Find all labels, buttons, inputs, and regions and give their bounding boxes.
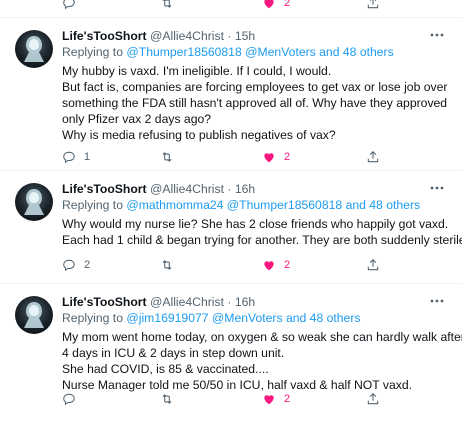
tweet-actions: 2 2 — [62, 257, 392, 273]
tweet-line: Why would my nurse lie? She has 2 close … — [62, 217, 449, 231]
reply-icon — [63, 393, 75, 406]
reply-button[interactable]: 1 — [62, 149, 90, 165]
avatar[interactable] — [15, 30, 53, 68]
tweet-actions: 1 2 — [62, 149, 392, 165]
display-name[interactable]: Life'sTooShort — [62, 29, 147, 43]
like-count: 2 — [284, 151, 291, 163]
replying-to: Replying to @jim16919077 @MenVoters and … — [62, 310, 452, 326]
reply-button[interactable] — [62, 0, 76, 11]
share-icon — [367, 151, 379, 163]
tweet[interactable]: Life'sTooShort @Allie4Christ · 16h Reply… — [0, 283, 462, 428]
tweet-line: She had COVID, is 85 & vaccinated.... — [62, 362, 269, 376]
like-button[interactable]: 2 — [262, 391, 290, 407]
retweet-button[interactable] — [160, 149, 174, 165]
tweet-line: My hubby is vaxd. I'm ineligible. If I c… — [62, 64, 332, 78]
like-count: 2 — [284, 259, 291, 271]
tweet-line: 4 days in ICU & 2 days in step down unit… — [62, 346, 285, 360]
like-icon — [264, 261, 274, 271]
replying-to-others[interactable]: and 48 others — [286, 311, 361, 325]
avatar[interactable] — [15, 296, 53, 334]
tweet-actions: 2 — [62, 391, 392, 407]
reply-button[interactable] — [62, 391, 84, 407]
share-button[interactable] — [366, 257, 380, 273]
replying-to-handles[interactable]: @jim16919077 @MenVoters — [126, 311, 282, 325]
replying-to: Replying to @mathmomma24 @Thumper1856081… — [62, 197, 452, 213]
like-count: 2 — [284, 0, 291, 9]
display-name[interactable]: Life'sTooShort — [62, 295, 147, 309]
retweet-button[interactable] — [160, 391, 174, 407]
tweet-text: My hubby is vaxd. I'm ineligible. If I c… — [62, 63, 452, 143]
reply-icon — [63, 259, 75, 272]
replying-to-others[interactable]: and 48 others — [319, 45, 394, 59]
retweet-button[interactable] — [160, 257, 174, 273]
share-icon — [367, 259, 379, 271]
reply-button[interactable]: 2 — [62, 257, 90, 273]
share-button[interactable] — [366, 0, 380, 11]
like-button[interactable]: 2 — [262, 0, 290, 11]
share-button[interactable] — [366, 391, 380, 407]
reply-icon — [63, 0, 75, 10]
reply-icon — [63, 151, 75, 164]
share-icon — [367, 393, 379, 405]
replying-to-handles[interactable]: @mathmomma24 @Thumper18560818 — [126, 198, 342, 212]
like-icon — [264, 395, 274, 405]
like-icon — [264, 153, 274, 163]
more-icon — [430, 33, 444, 37]
tweet-text: My mom went home today, on oxygen & so w… — [62, 329, 462, 393]
more-button[interactable] — [428, 294, 446, 306]
like-icon — [264, 0, 274, 9]
more-icon — [430, 299, 444, 303]
retweet-icon — [162, 152, 172, 162]
more-icon — [430, 186, 444, 190]
reply-count: 2 — [84, 259, 91, 271]
tweet-line: Each had 1 child & began trying for anot… — [62, 233, 462, 247]
share-button[interactable] — [366, 149, 380, 165]
retweet-icon — [162, 0, 172, 8]
like-button[interactable]: 2 — [262, 257, 290, 273]
more-button[interactable] — [428, 181, 446, 193]
retweet-icon — [162, 260, 172, 270]
tweet-line: something the FDA still hasn't approved … — [62, 96, 448, 110]
replying-to-handles[interactable]: @Thumper18560818 @MenVoters — [126, 45, 315, 59]
replying-to-label: Replying to — [62, 45, 123, 59]
display-name[interactable]: Life'sTooShort — [62, 182, 147, 196]
tweet[interactable]: Life'sTooShort @Allie4Christ · 15h Reply… — [0, 17, 462, 166]
retweet-icon — [162, 394, 172, 404]
more-button[interactable] — [428, 28, 446, 40]
tweet-text: Why would my nurse lie? She has 2 close … — [62, 216, 462, 248]
tweet-line: Why is media refusing to publish negativ… — [62, 128, 336, 142]
handle-and-time[interactable]: @Allie4Christ · 16h — [150, 182, 255, 196]
retweet-button[interactable] — [160, 0, 174, 11]
share-icon — [367, 0, 379, 9]
replying-to-others[interactable]: and 48 others — [346, 198, 421, 212]
handle-and-time[interactable]: @Allie4Christ · 15h — [150, 29, 255, 43]
replying-to-label: Replying to — [62, 198, 123, 212]
handle-and-time[interactable]: @Allie4Christ · 16h — [150, 295, 255, 309]
tweet-line: only Pfizer vax 2 days ago? — [62, 112, 212, 126]
like-count: 2 — [284, 393, 291, 405]
tweet[interactable]: Life'sTooShort @Allie4Christ · 16h Reply… — [0, 170, 462, 283]
replying-to-label: Replying to — [62, 311, 123, 325]
reply-count: 1 — [84, 151, 91, 163]
avatar[interactable] — [15, 183, 53, 221]
replying-to: Replying to @Thumper18560818 @MenVoters … — [62, 44, 452, 60]
like-button[interactable]: 2 — [262, 149, 290, 165]
previous-tweet-actions: 2 — [0, 0, 462, 14]
tweet-line: My mom went home today, on oxygen & so w… — [62, 330, 462, 344]
tweet-line: But fact is, companies are forcing emplo… — [62, 80, 448, 94]
